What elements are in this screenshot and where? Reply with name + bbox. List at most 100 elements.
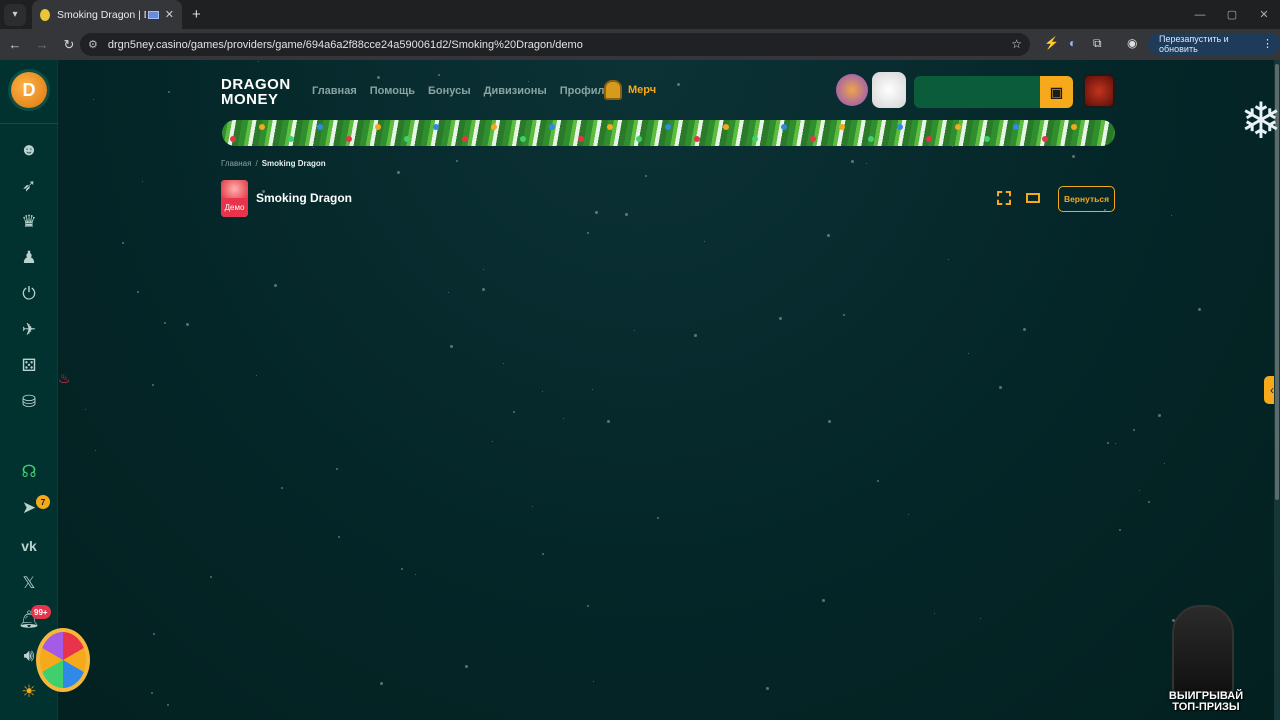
breadcrumb-current: Smoking Dragon bbox=[261, 159, 326, 168]
ornament-icon bbox=[723, 124, 729, 130]
breadcrumb-home[interactable]: Главная bbox=[221, 159, 251, 168]
close-window-button[interactable]: ✕ bbox=[1248, 8, 1280, 21]
tab-title: Smoking Dragon | Dragon M bbox=[57, 8, 146, 21]
bag-icon[interactable]: ⛁ bbox=[17, 390, 41, 414]
gift-box-icon[interactable] bbox=[872, 72, 906, 108]
dragon-logo-icon[interactable]: D bbox=[11, 72, 47, 108]
wallet-button[interactable]: ▣ bbox=[1040, 76, 1073, 108]
snow-particle bbox=[502, 363, 504, 365]
window-controls: — ▢ ✕ bbox=[1184, 0, 1280, 29]
snow-particle bbox=[274, 283, 278, 287]
address-bar[interactable]: ⚙ drgn5ney.casino/games/providers/game/6… bbox=[80, 33, 1030, 56]
nav-home[interactable]: Главная bbox=[312, 85, 357, 97]
theater-mode-icon[interactable] bbox=[1026, 193, 1040, 203]
forward-arrow-icon[interactable]: → bbox=[30, 37, 54, 52]
snow-particle bbox=[93, 99, 94, 101]
snow-particle bbox=[512, 410, 515, 413]
nav-help[interactable]: Помощь bbox=[370, 85, 415, 97]
snow-particle bbox=[380, 681, 384, 685]
brand-line2: MONEY bbox=[221, 91, 279, 108]
snow-particle bbox=[168, 90, 171, 93]
user-icon[interactable]: ♟ bbox=[17, 246, 41, 270]
browser-tab[interactable]: Smoking Dragon | Dragon M ✕ bbox=[32, 0, 182, 29]
snow-particle bbox=[151, 384, 154, 387]
favicon-icon bbox=[40, 8, 50, 21]
support-icon[interactable]: ☊ bbox=[17, 460, 41, 484]
ornament-icon bbox=[607, 124, 613, 130]
hoodie-icon bbox=[604, 80, 622, 100]
x-icon[interactable]: 𝕏 bbox=[17, 571, 41, 595]
snow-particle bbox=[335, 468, 338, 471]
snow-particle bbox=[1157, 414, 1161, 418]
snow-particle bbox=[877, 480, 880, 483]
user-avatar[interactable] bbox=[1083, 74, 1115, 108]
extension-icon[interactable]: ⚡ bbox=[1044, 36, 1059, 50]
rocket-icon[interactable]: ➶ bbox=[17, 174, 41, 198]
snow-particle bbox=[528, 80, 530, 82]
site-info-icon[interactable]: ⚙ bbox=[88, 38, 98, 51]
ornament-icon bbox=[404, 136, 410, 142]
trophy-icon[interactable]: ♛ bbox=[17, 210, 41, 234]
dice-icon[interactable]: ⚄ bbox=[17, 354, 41, 378]
ornament-icon bbox=[1013, 124, 1019, 130]
lightbulb-icon[interactable]: ☀ bbox=[17, 680, 41, 704]
back-arrow-icon[interactable]: ← bbox=[3, 37, 27, 52]
extensions-puzzle-icon[interactable]: ⧉ bbox=[1093, 36, 1102, 51]
ornament-icon bbox=[868, 136, 874, 142]
tab-list-button[interactable]: ▾ bbox=[4, 3, 26, 26]
car-promo-icon[interactable] bbox=[836, 74, 868, 106]
fullscreen-icon[interactable] bbox=[997, 191, 1011, 205]
snow-particle bbox=[415, 573, 417, 575]
snow-particle bbox=[312, 147, 314, 149]
snow-particle bbox=[448, 292, 450, 294]
power-icon[interactable]: ⏻ bbox=[17, 282, 41, 306]
snow-particle bbox=[624, 213, 628, 217]
tab-close-button[interactable]: ✕ bbox=[165, 8, 174, 21]
ornament-icon bbox=[491, 124, 497, 130]
snow-particle bbox=[437, 74, 440, 77]
ornament-icon bbox=[520, 136, 526, 142]
ornament-icon bbox=[259, 124, 265, 130]
nav-divisions[interactable]: Дивизионы bbox=[484, 85, 547, 97]
ornament-icon bbox=[288, 136, 294, 142]
ornament-icon bbox=[1071, 124, 1077, 130]
demo-badge: Демо bbox=[221, 198, 248, 217]
page-content: D ☻ ➶ ♛ ♟ ⏻ ✈ ⚄ ⛁ ☊ ➤ 7 vk 𝕏 🔔︎ 99+ 🔊︎ ☀… bbox=[0, 60, 1280, 720]
new-tab-button[interactable]: + bbox=[192, 6, 201, 23]
snow-particle bbox=[1132, 429, 1135, 432]
snow-particle bbox=[1147, 500, 1150, 503]
vk-icon[interactable]: vk bbox=[17, 534, 41, 558]
breadcrumb-separator: / bbox=[255, 159, 258, 168]
ornament-icon bbox=[984, 136, 990, 142]
snow-particle bbox=[1138, 490, 1140, 492]
reload-icon[interactable]: ↻ bbox=[57, 37, 81, 53]
maximize-button[interactable]: ▢ bbox=[1216, 8, 1248, 21]
snow-particle bbox=[95, 450, 97, 452]
nav-bonuses[interactable]: Бонусы bbox=[428, 85, 471, 97]
snow-particle bbox=[1106, 441, 1109, 444]
rocket2-icon[interactable]: ✈ bbox=[17, 318, 41, 342]
profile-icon[interactable]: ◉ bbox=[1127, 36, 1137, 50]
bonus-wheel-icon[interactable] bbox=[36, 628, 90, 692]
snow-particle bbox=[396, 170, 400, 174]
snow-particle bbox=[542, 391, 544, 393]
browser-toolbar: ← → ↻ ⚙ drgn5ney.casino/games/providers/… bbox=[0, 29, 1280, 60]
snow-particle bbox=[210, 575, 213, 578]
extension2-icon[interactable]: ◐ bbox=[1069, 36, 1076, 50]
back-button[interactable]: Вернуться bbox=[1058, 186, 1115, 212]
bookmark-star-icon[interactable]: ☆ bbox=[1011, 37, 1022, 51]
relaunch-update-button[interactable]: Перезапустить и обновить ⋮ bbox=[1148, 33, 1280, 55]
merch-link[interactable]: Мерч bbox=[604, 80, 656, 100]
wallet-balance[interactable] bbox=[914, 76, 1040, 108]
ornament-icon bbox=[317, 124, 323, 130]
snow-particle bbox=[85, 409, 87, 411]
minimize-button[interactable]: — bbox=[1184, 9, 1216, 21]
snow-particle bbox=[693, 334, 697, 337]
brand-logo[interactable]: DRAGON MONEY bbox=[221, 77, 291, 107]
promo-banner[interactable]: ВЫИГРЫВАЙ ТОП-ПРИЗЫ bbox=[1134, 605, 1274, 717]
smile-icon[interactable]: ☻ bbox=[17, 138, 41, 162]
media-playing-icon bbox=[147, 10, 159, 19]
browser-menu-icon[interactable]: ⋮ bbox=[1262, 37, 1273, 50]
snow-particle bbox=[947, 258, 949, 260]
snow-particle bbox=[591, 389, 593, 391]
